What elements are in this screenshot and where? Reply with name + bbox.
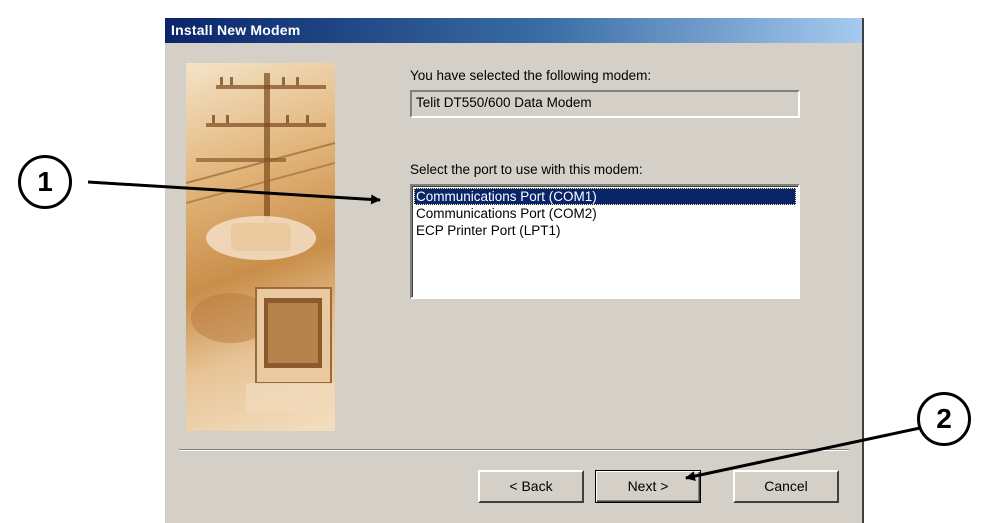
arrow-2 [685, 426, 921, 482]
annotation-arrows [87, 180, 921, 482]
callout-1: 1 [18, 155, 72, 209]
callout-2: 2 [917, 392, 971, 446]
arrow-1 [87, 180, 381, 205]
